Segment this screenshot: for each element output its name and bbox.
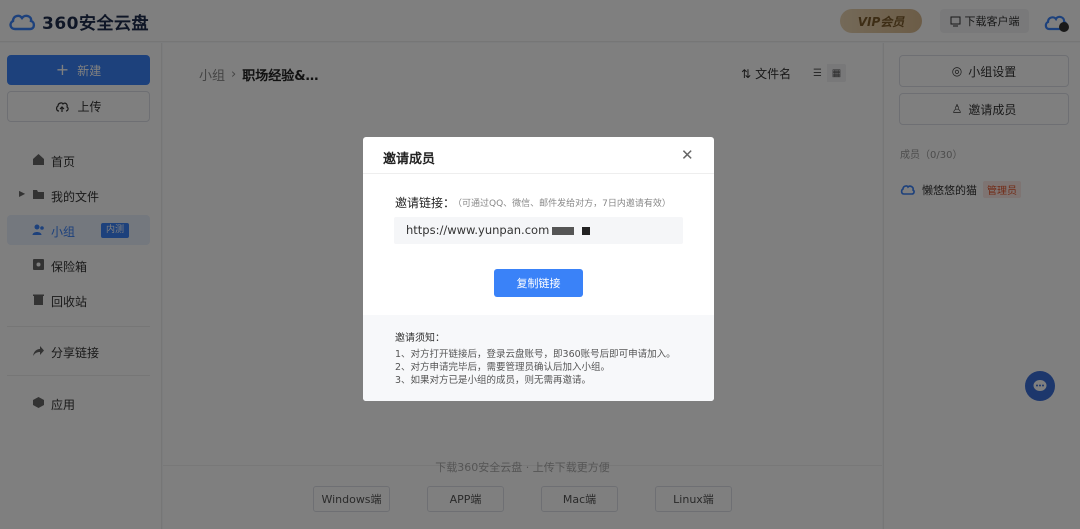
invite-link-hint: （可通过QQ、微信、邮件发给对方，7日内邀请有效）	[453, 199, 671, 209]
dialog-header: 邀请成员 ✕	[363, 137, 714, 174]
copy-link-button[interactable]: 复制链接	[494, 269, 583, 297]
invite-member-dialog: 邀请成员 ✕ 邀请链接： （可通过QQ、微信、邮件发给对方，7日内邀请有效） h…	[363, 137, 714, 401]
notice-title: 邀请须知：	[395, 333, 445, 344]
dialog-title: 邀请成员	[383, 152, 436, 167]
invite-link-value: https://www.yunpan.com	[406, 223, 550, 237]
invite-notice: 邀请须知： 1、对方打开链接后，登录云盘账号，即360账号后即可申请加入。 2、…	[363, 315, 714, 401]
notice-item: 1、对方打开链接后，登录云盘账号，即360账号后即可申请加入。	[395, 349, 676, 360]
invite-link-field[interactable]: https://www.yunpan.com	[394, 217, 683, 244]
close-icon[interactable]: ✕	[681, 146, 694, 164]
redaction-block	[582, 226, 591, 235]
notice-item: 2、对方申请完毕后，需要管理员确认后加入小组。	[395, 362, 611, 373]
redaction-block	[552, 226, 575, 235]
notice-item: 3、如果对方已是小组的成员，则无需再邀请。	[395, 375, 592, 386]
invite-link-label: 邀请链接：	[395, 196, 456, 210]
